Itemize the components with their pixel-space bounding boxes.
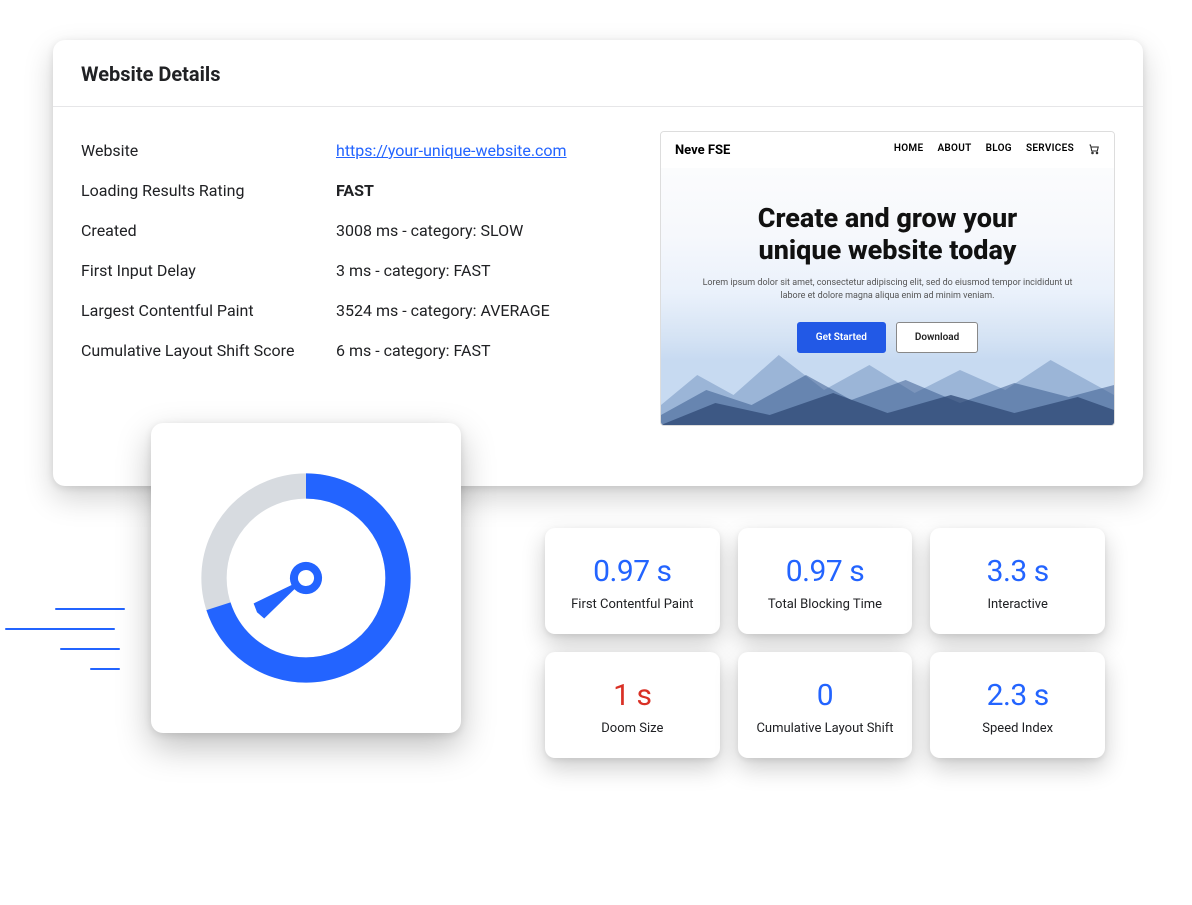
website-details-title: Website Details xyxy=(81,62,1115,86)
preview-hero-title-line1: Create and grow your xyxy=(758,202,1017,234)
details-value: 6 ms - category: FAST xyxy=(336,339,491,363)
metric-label: Interactive xyxy=(940,597,1095,612)
details-row-website: Website https://your-unique-website.com xyxy=(81,131,636,171)
metric-label: Speed Index xyxy=(940,721,1095,736)
speedometer-icon xyxy=(191,463,421,693)
metrics-grid: 0.97 s First Contentful Paint 0.97 s Tot… xyxy=(545,528,1105,758)
details-row-lcp: Largest Contentful Paint 3524 ms - categ… xyxy=(81,291,636,331)
metric-value: 3.3 s xyxy=(940,554,1095,589)
metric-label: Cumulative Layout Shift xyxy=(748,721,903,736)
details-value: 3008 ms - category: SLOW xyxy=(336,219,523,243)
details-value: 3 ms - category: FAST xyxy=(336,259,491,283)
metric-card-interactive: 3.3 s Interactive xyxy=(930,528,1105,634)
details-label: Largest Contentful Paint xyxy=(81,299,336,323)
preview-menu-item: ABOUT xyxy=(937,143,971,158)
preview-hero: Create and grow your unique website toda… xyxy=(661,202,1114,353)
preview-hero-title-line2: unique website today xyxy=(759,234,1017,266)
metric-value: 1 s xyxy=(555,678,710,713)
website-details-card: Website Details Website https://your-uni… xyxy=(53,40,1143,486)
metric-card-speed-index: 2.3 s Speed Index xyxy=(930,652,1105,758)
website-details-table: Website https://your-unique-website.com … xyxy=(81,131,636,426)
metric-card-fcp: 0.97 s First Contentful Paint xyxy=(545,528,720,634)
metric-card-doom-size: 1 s Doom Size xyxy=(545,652,720,758)
details-row-cls: Cumulative Layout Shift Score 6 ms - cat… xyxy=(81,331,636,371)
preview-logo: Neve FSE xyxy=(675,143,730,158)
preview-hero-subtitle: Lorem ipsum dolor sit amet, consectetur … xyxy=(701,277,1074,304)
details-row-created: Created 3008 ms - category: SLOW xyxy=(81,211,636,251)
preview-menu-item: BLOG xyxy=(986,143,1012,158)
website-url-link[interactable]: https://your-unique-website.com xyxy=(336,139,567,163)
preview-hero-title: Create and grow your unique website toda… xyxy=(701,202,1074,267)
metric-value: 0.97 s xyxy=(555,554,710,589)
performance-gauge-card xyxy=(151,423,461,733)
details-label: First Input Delay xyxy=(81,259,336,283)
cart-icon xyxy=(1088,143,1100,158)
preview-mountains-illustration xyxy=(661,335,1114,425)
metric-card-cls: 0 Cumulative Layout Shift xyxy=(738,652,913,758)
preview-navbar: Neve FSE HOME ABOUT BLOG SERVICES xyxy=(661,132,1114,168)
details-value: 3524 ms - category: AVERAGE xyxy=(336,299,550,323)
details-label: Loading Results Rating xyxy=(81,179,336,203)
metric-label: First Contentful Paint xyxy=(555,597,710,612)
details-label: Created xyxy=(81,219,336,243)
metric-value: 0 xyxy=(748,678,903,713)
details-row-fid: First Input Delay 3 ms - category: FAST xyxy=(81,251,636,291)
preview-menu-item: HOME xyxy=(894,143,924,158)
details-label: Website xyxy=(81,139,336,163)
details-label: Cumulative Layout Shift Score xyxy=(81,339,336,363)
details-row-rating: Loading Results Rating FAST xyxy=(81,171,636,211)
preview-menu-item: SERVICES xyxy=(1026,143,1074,158)
metric-value: 2.3 s xyxy=(940,678,1095,713)
details-value: FAST xyxy=(336,179,374,203)
website-preview-screenshot: Neve FSE HOME ABOUT BLOG SERVICES Create… xyxy=(660,131,1115,426)
metric-label: Doom Size xyxy=(555,721,710,736)
metric-card-tbt: 0.97 s Total Blocking Time xyxy=(738,528,913,634)
website-details-header: Website Details xyxy=(53,40,1143,107)
metric-value: 0.97 s xyxy=(748,554,903,589)
decorative-lines xyxy=(5,590,135,688)
metric-label: Total Blocking Time xyxy=(748,597,903,612)
preview-menu: HOME ABOUT BLOG SERVICES xyxy=(894,143,1100,158)
